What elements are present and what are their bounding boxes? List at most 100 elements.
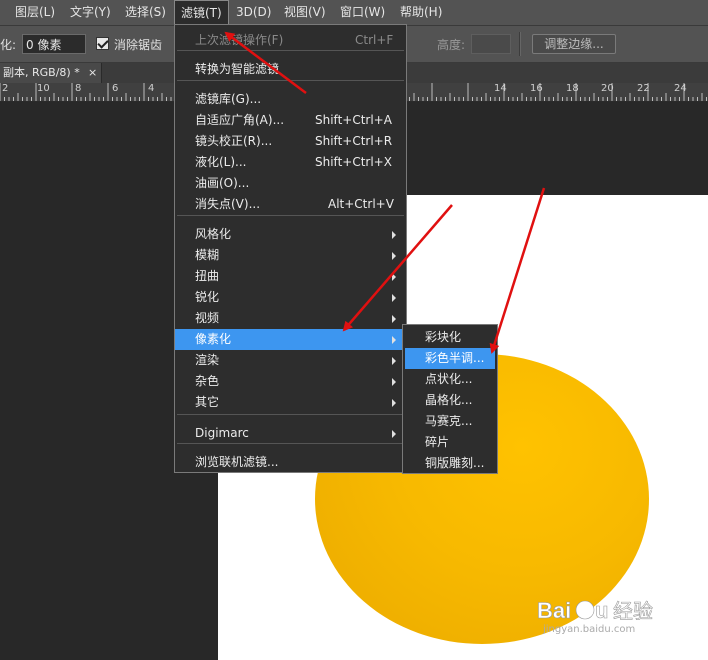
pixelate-menu-item[interactable]: 铜版雕刻... — [405, 453, 495, 474]
menu-divider — [177, 80, 404, 81]
submenu-arrow-icon — [392, 430, 396, 438]
submenu-arrow-icon — [392, 357, 396, 365]
pixelate-menu-item[interactable]: 彩色半调... — [405, 348, 495, 369]
filter-menu-item[interactable]: 像素化 — [175, 329, 406, 350]
filter-menu-item[interactable]: 镜头校正(R)... Shift+Ctrl+R — [175, 131, 406, 152]
document-tab-title: 副本, RGB/8) * — [3, 66, 80, 79]
filter-menu-item[interactable]: 渲染 — [175, 350, 406, 371]
submenu-arrow-icon — [392, 252, 396, 260]
filter-menu-item[interactable]: 油画(O)... — [175, 173, 406, 194]
menu-item-label: 其它 — [195, 395, 220, 409]
pixelate-menu-item[interactable]: 彩块化 — [405, 327, 495, 348]
refine-edge-button[interactable]: 调整边缘... — [532, 34, 616, 54]
menu-3d[interactable]: 3D(D) — [230, 0, 277, 25]
menu-item-label: 马赛克... — [425, 414, 473, 428]
baidu-watermark: Bai u 经验 jingyan.baidu.com — [537, 596, 677, 639]
pixelate-submenu: 彩块化彩色半调... 点状化... 晶格化... 马赛克... 碎片铜版雕刻... — [402, 324, 498, 474]
menu-view[interactable]: 视图(V) — [278, 0, 332, 25]
filter-menu-item[interactable]: 自适应广角(A)... Shift+Ctrl+A — [175, 110, 406, 131]
filter-menu-item[interactable]: 风格化 — [175, 224, 406, 245]
height-label: 高度: — [437, 38, 466, 52]
filter-menu-item[interactable]: 模糊 — [175, 245, 406, 266]
menu-item-label: 模糊 — [195, 248, 220, 262]
menu-item-label: 锐化 — [195, 290, 220, 304]
ruler-label: 10 — [37, 83, 50, 94]
height-input[interactable] — [471, 34, 511, 54]
svg-text:Bai: Bai — [537, 598, 571, 623]
filter-menu-item[interactable]: 液化(L)... Shift+Ctrl+X — [175, 152, 406, 173]
ruler-label: 2 — [2, 83, 9, 94]
submenu-arrow-icon — [392, 294, 396, 302]
filter-menu: 上次滤镜操作(F) Ctrl+F 转换为智能滤镜 滤镜库(G)... 自适应广角(A).… — [174, 24, 407, 473]
menu-item-label: 碎片 — [425, 435, 450, 449]
menu-item-label: 滤镜库(G)... — [195, 92, 262, 106]
menu-type[interactable]: 文字(Y) — [64, 0, 117, 25]
filter-menu-item[interactable]: 消失点(V)... Alt+Ctrl+V — [175, 194, 406, 215]
svg-text:jingyan.baidu.com: jingyan.baidu.com — [542, 624, 635, 635]
menu-item-label: 杂色 — [195, 374, 220, 388]
menu-item-shortcut: Alt+Ctrl+V — [328, 197, 394, 211]
ruler-label: 16 — [530, 83, 543, 94]
menu-item-shortcut: Ctrl+F — [355, 33, 394, 47]
svg-text:u: u — [595, 598, 608, 623]
menu-item-label: 视频 — [195, 311, 220, 325]
submenu-arrow-icon — [392, 231, 396, 239]
menu-bar: 图层(L) 文字(Y) 选择(S) 滤镜(T) 3D(D) 视图(V) 窗口(W… — [0, 0, 708, 26]
menu-help[interactable]: 帮助(H) — [394, 0, 448, 25]
filter-menu-item[interactable]: 滤镜库(G)... — [175, 89, 406, 110]
submenu-arrow-icon — [392, 399, 396, 407]
ruler-label: 24 — [674, 83, 687, 94]
menu-item-shortcut: Shift+Ctrl+R — [315, 134, 393, 148]
pixelate-menu-item[interactable]: 马赛克... — [405, 411, 495, 432]
menu-item-label: 油画(O)... — [195, 176, 250, 190]
ruler-label: 14 — [494, 83, 507, 94]
menu-window[interactable]: 窗口(W) — [334, 0, 391, 25]
menu-item-label: 彩色半调... — [425, 351, 485, 365]
submenu-arrow-icon — [392, 378, 396, 386]
ruler-label: 6 — [112, 83, 119, 94]
menu-item-label: 风格化 — [195, 227, 232, 241]
ruler-label: 18 — [566, 83, 579, 94]
menu-item-shortcut: Shift+Ctrl+A — [315, 113, 392, 127]
ruler-label: 22 — [637, 83, 650, 94]
menu-divider — [177, 215, 404, 216]
svg-text:经验: 经验 — [613, 599, 653, 623]
filter-menu-item[interactable]: 浏览联机滤镜... — [175, 452, 406, 473]
menu-item-label: 自适应广角(A)... — [195, 113, 285, 127]
menu-item-label: 点状化... — [425, 372, 473, 386]
ruler-label: 4 — [148, 83, 155, 94]
pixelate-menu-item[interactable]: 碎片 — [405, 432, 495, 453]
menu-item-label: 彩块化 — [425, 330, 462, 344]
filter-menu-item[interactable]: 视频 — [175, 308, 406, 329]
feather-input[interactable]: 0 像素 — [22, 34, 86, 54]
ruler-label: 8 — [75, 83, 82, 94]
feather-label: 化: — [0, 38, 17, 52]
menu-item-label: 晶格化... — [425, 393, 473, 407]
menu-layer[interactable]: 图层(L) — [9, 0, 61, 25]
ruler-label: 20 — [601, 83, 614, 94]
pixelate-menu-item[interactable]: 晶格化... — [405, 390, 495, 411]
menu-item-label: 镜头校正(R)... — [195, 134, 273, 148]
antialias-checkbox[interactable] — [96, 37, 109, 50]
menu-item-label: 消失点(V)... — [195, 197, 261, 211]
menu-filter[interactable]: 滤镜(T) — [174, 0, 229, 25]
menu-item-label: 扭曲 — [195, 269, 220, 283]
filter-menu-item[interactable]: 锐化 — [175, 287, 406, 308]
submenu-arrow-icon — [392, 315, 396, 323]
menu-item-label: 液化(L)... — [195, 155, 247, 169]
filter-menu-item[interactable]: 上次滤镜操作(F) Ctrl+F — [175, 30, 406, 51]
close-icon[interactable]: × — [88, 63, 97, 83]
menu-item-shortcut: Shift+Ctrl+X — [315, 155, 392, 169]
filter-menu-item[interactable]: 转换为智能滤镜 — [175, 59, 406, 80]
filter-menu-item[interactable]: 扭曲 — [175, 266, 406, 287]
filter-menu-item[interactable]: 杂色 — [175, 371, 406, 392]
menu-divider — [177, 414, 404, 415]
filter-menu-item[interactable]: Digimarc — [175, 423, 406, 444]
menu-item-label: 转换为智能滤镜 — [195, 62, 280, 76]
document-tab[interactable]: 副本, RGB/8) * × — [0, 63, 102, 83]
menu-item-label: 浏览联机滤镜... — [195, 455, 279, 469]
pixelate-menu-item[interactable]: 点状化... — [405, 369, 495, 390]
antialias-label: 消除锯齿 — [114, 38, 163, 52]
menu-select[interactable]: 选择(S) — [119, 0, 172, 25]
filter-menu-item[interactable]: 其它 — [175, 392, 406, 413]
